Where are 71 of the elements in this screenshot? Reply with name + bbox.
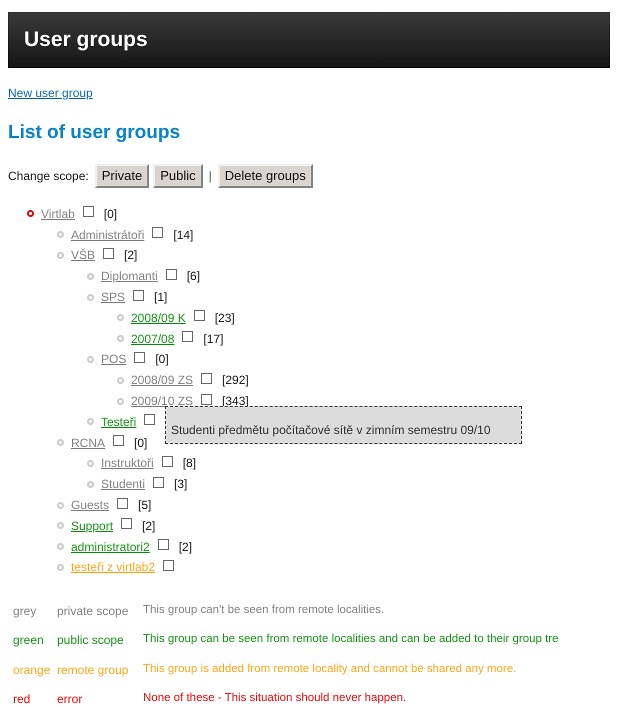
group-link[interactable]: Instruktoři [101, 454, 158, 472]
group-link[interactable]: Virtlab [41, 204, 79, 223]
checkbox[interactable] [166, 268, 177, 280]
checkbox[interactable] [158, 539, 169, 550]
scope-meaning: error [57, 691, 84, 705]
page-title: User groups [24, 27, 148, 54]
group-link[interactable]: POS [101, 350, 130, 368]
group-link[interactable]: Support [71, 516, 118, 535]
color-name: red [12, 691, 32, 705]
scope-button[interactable]: Private [94, 164, 150, 188]
group-link[interactable]: testeři z virtlab2 [71, 558, 160, 576]
delete-groups-button[interactable]: Delete groups [218, 164, 313, 188]
checkbox[interactable] [113, 435, 124, 446]
tooltip: Studenti předmětu počítačové sítě v zimním semestru 09/10 [165, 406, 522, 444]
scope-meaning: public scope [57, 632, 125, 650]
checkbox[interactable] [82, 206, 94, 218]
checkbox[interactable] [134, 352, 146, 363]
checkbox[interactable] [194, 310, 205, 322]
scope-description: This group can be seen from remote localities and can be added to their group tre [143, 632, 559, 648]
checkbox[interactable] [162, 456, 173, 467]
checkbox[interactable] [121, 518, 132, 530]
checkbox[interactable] [144, 414, 156, 426]
checkbox[interactable] [152, 227, 164, 238]
scope-button[interactable]: Public [153, 164, 203, 188]
separator: | [208, 168, 213, 184]
checkbox[interactable] [133, 290, 144, 301]
group-link[interactable]: 2007/08 [131, 330, 178, 348]
member-count: [0] [155, 351, 169, 368]
checkbox[interactable] [117, 498, 128, 509]
member-count: [3] [174, 476, 188, 494]
color-name: grey [12, 602, 38, 620]
scope-label: Change scope: [8, 168, 89, 184]
member-count: [292] [222, 372, 249, 390]
checkbox[interactable] [103, 248, 114, 259]
member-count: [2] [142, 518, 156, 535]
scope-description: None of these - This situation should never happen. [143, 691, 406, 705]
member-count: [2] [178, 538, 192, 556]
checkbox[interactable] [153, 476, 164, 488]
new-group-link[interactable]: New user group [8, 86, 93, 100]
scope-meaning: private scope [57, 602, 130, 620]
group-link[interactable]: administratori2 [71, 538, 154, 556]
member-count: [6] [186, 268, 200, 286]
member-count: [8] [182, 455, 196, 472]
member-count: [1] [154, 289, 168, 306]
group-link[interactable]: 2008/09 K [131, 308, 190, 327]
member-count: [17] [203, 330, 224, 348]
member-count: [0] [134, 434, 148, 452]
group-link[interactable]: Guests [71, 496, 114, 514]
group-link[interactable]: Diplomanti [101, 267, 162, 286]
scope-meaning: remote group [57, 662, 130, 679]
group-link[interactable]: RCNA [71, 434, 110, 452]
member-count: [0] [104, 206, 118, 223]
member-count: [14] [173, 226, 194, 244]
checkbox[interactable] [163, 560, 174, 571]
color-name: orange [12, 662, 52, 679]
member-count: [2] [124, 247, 138, 264]
member-count: [23] [214, 310, 235, 327]
checkbox[interactable] [182, 331, 194, 342]
group-link[interactable]: VŠB [71, 246, 100, 264]
scope-description: This group can't be seen from remote localities. [143, 602, 384, 618]
checkbox[interactable] [201, 394, 212, 405]
group-link[interactable]: Testeři [101, 412, 140, 431]
checkbox[interactable] [201, 372, 212, 384]
member-count: [5] [138, 497, 152, 514]
list-heading: List of user groups [8, 121, 182, 145]
group-link[interactable]: Administrátoři [71, 226, 148, 244]
scope-description: This group is added from remote locality and cannot be shared any more. [143, 662, 516, 677]
group-link[interactable]: SPS [101, 288, 130, 306]
group-link[interactable]: Studenti [101, 475, 150, 494]
color-name: green [12, 632, 45, 650]
group-link[interactable]: 2008/09 ZS [131, 371, 198, 390]
